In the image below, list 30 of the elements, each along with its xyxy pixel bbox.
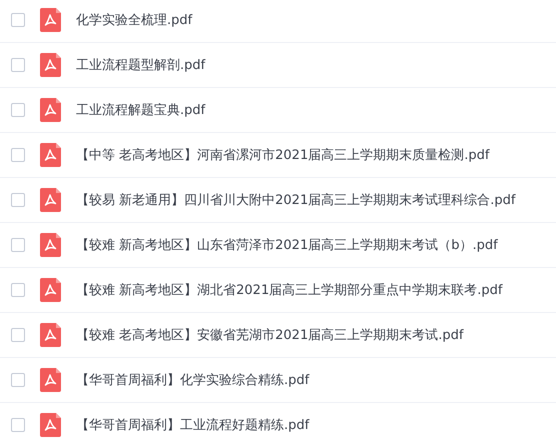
file-name[interactable]: 【华哥首周福利】工业流程好题精练.pdf [76,416,310,434]
file-name[interactable]: 【华哥首周福利】化学实验综合精练.pdf [76,371,310,389]
file-name[interactable]: 工业流程解题宝典.pdf [76,101,206,119]
pdf-file-icon [40,143,61,167]
pdf-file-icon [40,98,61,122]
file-name[interactable]: 【较难 新高考地区】山东省菏泽市2021届高三上学期期末考试（b）.pdf [76,236,498,254]
checkbox[interactable] [11,283,25,297]
file-name[interactable]: 【较易 新老通用】四川省川大附中2021届高三上学期期末考试理科综合.pdf [76,191,516,209]
pdf-file-icon [40,233,61,257]
pdf-file-icon [40,323,61,347]
pdf-file-icon [40,278,61,302]
file-name[interactable]: 化学实验全梳理.pdf [76,11,192,29]
checkbox[interactable] [11,148,25,162]
pdf-file-icon [40,188,61,212]
file-name[interactable]: 【较难 新高考地区】湖北省2021届高三上学期部分重点中学期末联考.pdf [76,281,502,299]
pdf-file-icon [40,8,61,32]
checkbox[interactable] [11,13,25,27]
checkbox[interactable] [11,103,25,117]
checkbox[interactable] [11,373,25,387]
checkbox[interactable] [11,418,25,432]
pdf-file-icon [40,368,61,392]
checkbox[interactable] [11,328,25,342]
file-name[interactable]: 【中等 老高考地区】河南省漯河市2021届高三上学期期末质量检测.pdf [76,146,490,164]
pdf-file-icon [40,53,61,77]
checkbox[interactable] [11,58,25,72]
file-name[interactable]: 工业流程题型解剖.pdf [76,56,206,74]
file-name[interactable]: 【较难 老高考地区】安徽省芜湖市2021届高三上学期期末考试.pdf [76,326,464,344]
pdf-file-icon [40,413,61,437]
checkbox[interactable] [11,238,25,252]
checkbox[interactable] [11,193,25,207]
